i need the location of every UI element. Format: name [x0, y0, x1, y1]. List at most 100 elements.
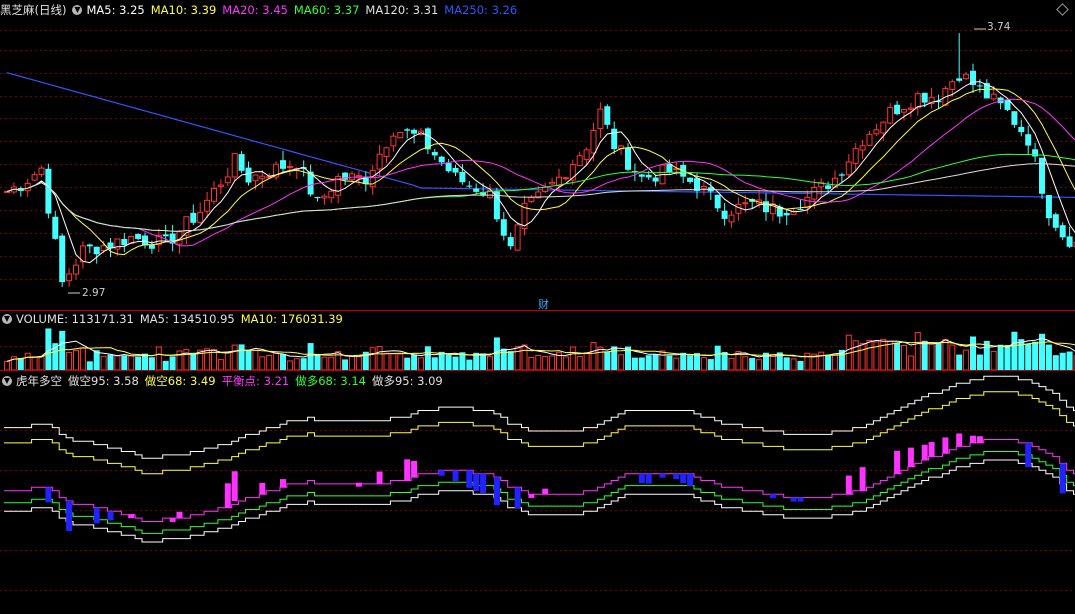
volume-bar-up — [859, 343, 866, 371]
candle-body-down — [976, 85, 983, 87]
candle-body-down — [142, 235, 148, 246]
candle-body-up — [31, 174, 38, 181]
signal-bar — [355, 482, 362, 487]
volume-bar-up — [887, 340, 894, 371]
volume-bar-down — [431, 357, 438, 370]
volume-bar-down — [307, 343, 314, 370]
volume-bar-up — [728, 357, 735, 371]
signal-bar — [680, 473, 687, 484]
volume-bar-down — [956, 354, 963, 370]
volume-bar-up — [700, 357, 707, 371]
candle-body-up — [528, 196, 535, 202]
volume-settings-icon[interactable]: ▼ — [2, 314, 12, 324]
candle-body-down — [148, 245, 155, 249]
signal-bar — [473, 473, 480, 492]
volume-bar-down — [342, 359, 349, 370]
candle-body-down — [1032, 149, 1039, 157]
signal-dots — [45, 433, 1066, 531]
volume-bar-up — [514, 346, 521, 371]
candle-body-down — [93, 246, 100, 255]
stock-title[interactable]: 黑芝麻(日线) — [0, 2, 66, 18]
candle-body-up — [859, 145, 866, 151]
signal-bar — [280, 479, 286, 488]
candle-body-down — [121, 238, 128, 246]
candle-body-up — [38, 167, 45, 175]
volume-bar-up — [521, 344, 528, 371]
candle-body-down — [825, 185, 832, 189]
volume-bar-down — [714, 345, 721, 370]
signal-bar — [638, 473, 645, 484]
candle-body-up — [845, 161, 852, 176]
signal-bar — [493, 477, 500, 506]
volume-bar-up — [321, 356, 328, 371]
indicator-name[interactable]: 虎年多空 — [16, 373, 62, 389]
volume-bar-down — [466, 359, 473, 370]
volume-bar-down — [411, 354, 418, 370]
candle-body-up — [583, 149, 590, 161]
signal-bar — [797, 497, 804, 502]
volume-bar-up — [100, 355, 107, 371]
settings-chevron-icon[interactable]: ▼ — [72, 5, 83, 15]
signal-bar — [128, 514, 135, 519]
volume-panel-header: ▼ VOLUME: 113171.31 MA5: 134510.95 MA10:… — [0, 311, 349, 327]
candle-body-up — [742, 202, 749, 205]
signal-bar — [928, 442, 935, 457]
volume-bar-up — [79, 347, 86, 371]
volume-bar-up — [990, 350, 997, 371]
volume-bar-up — [914, 332, 921, 371]
volume-bar-up — [576, 356, 583, 371]
indicator-settings-icon[interactable]: ▼ — [2, 376, 12, 386]
candle-body-up — [542, 186, 549, 193]
volume-bar-down — [976, 354, 983, 370]
candle-body-up — [231, 153, 238, 178]
volume-bar-up — [383, 352, 390, 371]
volume-bar-down — [997, 344, 1004, 370]
volume-bar-up — [818, 351, 825, 371]
signal-bar — [528, 493, 535, 498]
signal-bar — [466, 470, 473, 488]
candle-body-down — [797, 208, 804, 210]
candle-body-down — [452, 167, 459, 173]
volume-bar-up — [286, 360, 293, 371]
signal-bar — [438, 470, 445, 476]
volume-bar-up — [866, 339, 873, 371]
volume-bar-up — [790, 358, 797, 371]
candle-body-down — [459, 171, 466, 183]
volume-bar-up — [549, 355, 556, 371]
signal-bar — [411, 460, 418, 478]
volume-bar-down — [1004, 345, 1011, 370]
long95-label: 做多95: 3.09 — [371, 374, 443, 388]
volume-bar-down — [148, 357, 155, 370]
candle-body-down — [1039, 157, 1045, 194]
candle-body-down — [1018, 126, 1025, 133]
candle-body-up — [901, 109, 907, 113]
volume-bar-down — [438, 351, 445, 370]
signal-bar — [1059, 463, 1066, 494]
candle-body-down — [921, 92, 928, 103]
volume-bar-down — [107, 354, 114, 370]
candle-body-down — [652, 177, 659, 182]
candle-body-up — [811, 186, 818, 200]
volume-bar-up — [742, 356, 749, 371]
candle-body-down — [466, 185, 473, 187]
candle-body-down — [1011, 111, 1018, 125]
volume-bar-down — [1045, 344, 1052, 370]
volume-bar-down — [314, 353, 321, 370]
candle-body-up — [866, 133, 873, 146]
news-marker[interactable]: 财 — [538, 296, 549, 312]
high-price-label: 3.74 — [987, 21, 1011, 33]
signal-bar — [66, 501, 73, 531]
volume-bar-down — [245, 350, 252, 370]
volume-bar-up — [907, 355, 914, 371]
candle-body-down — [45, 168, 52, 214]
volume-bar-down — [169, 356, 176, 370]
candle-body-up — [804, 196, 811, 208]
volume-bar-down — [1052, 355, 1059, 370]
candle-body-down — [1025, 134, 1032, 146]
volume-bar-up — [328, 356, 335, 371]
volume-bar-up — [756, 359, 763, 371]
candle-body-up — [887, 106, 894, 124]
candle-body-up — [66, 273, 73, 282]
volume-bar-down — [631, 357, 638, 370]
candle-body-up — [735, 203, 742, 214]
